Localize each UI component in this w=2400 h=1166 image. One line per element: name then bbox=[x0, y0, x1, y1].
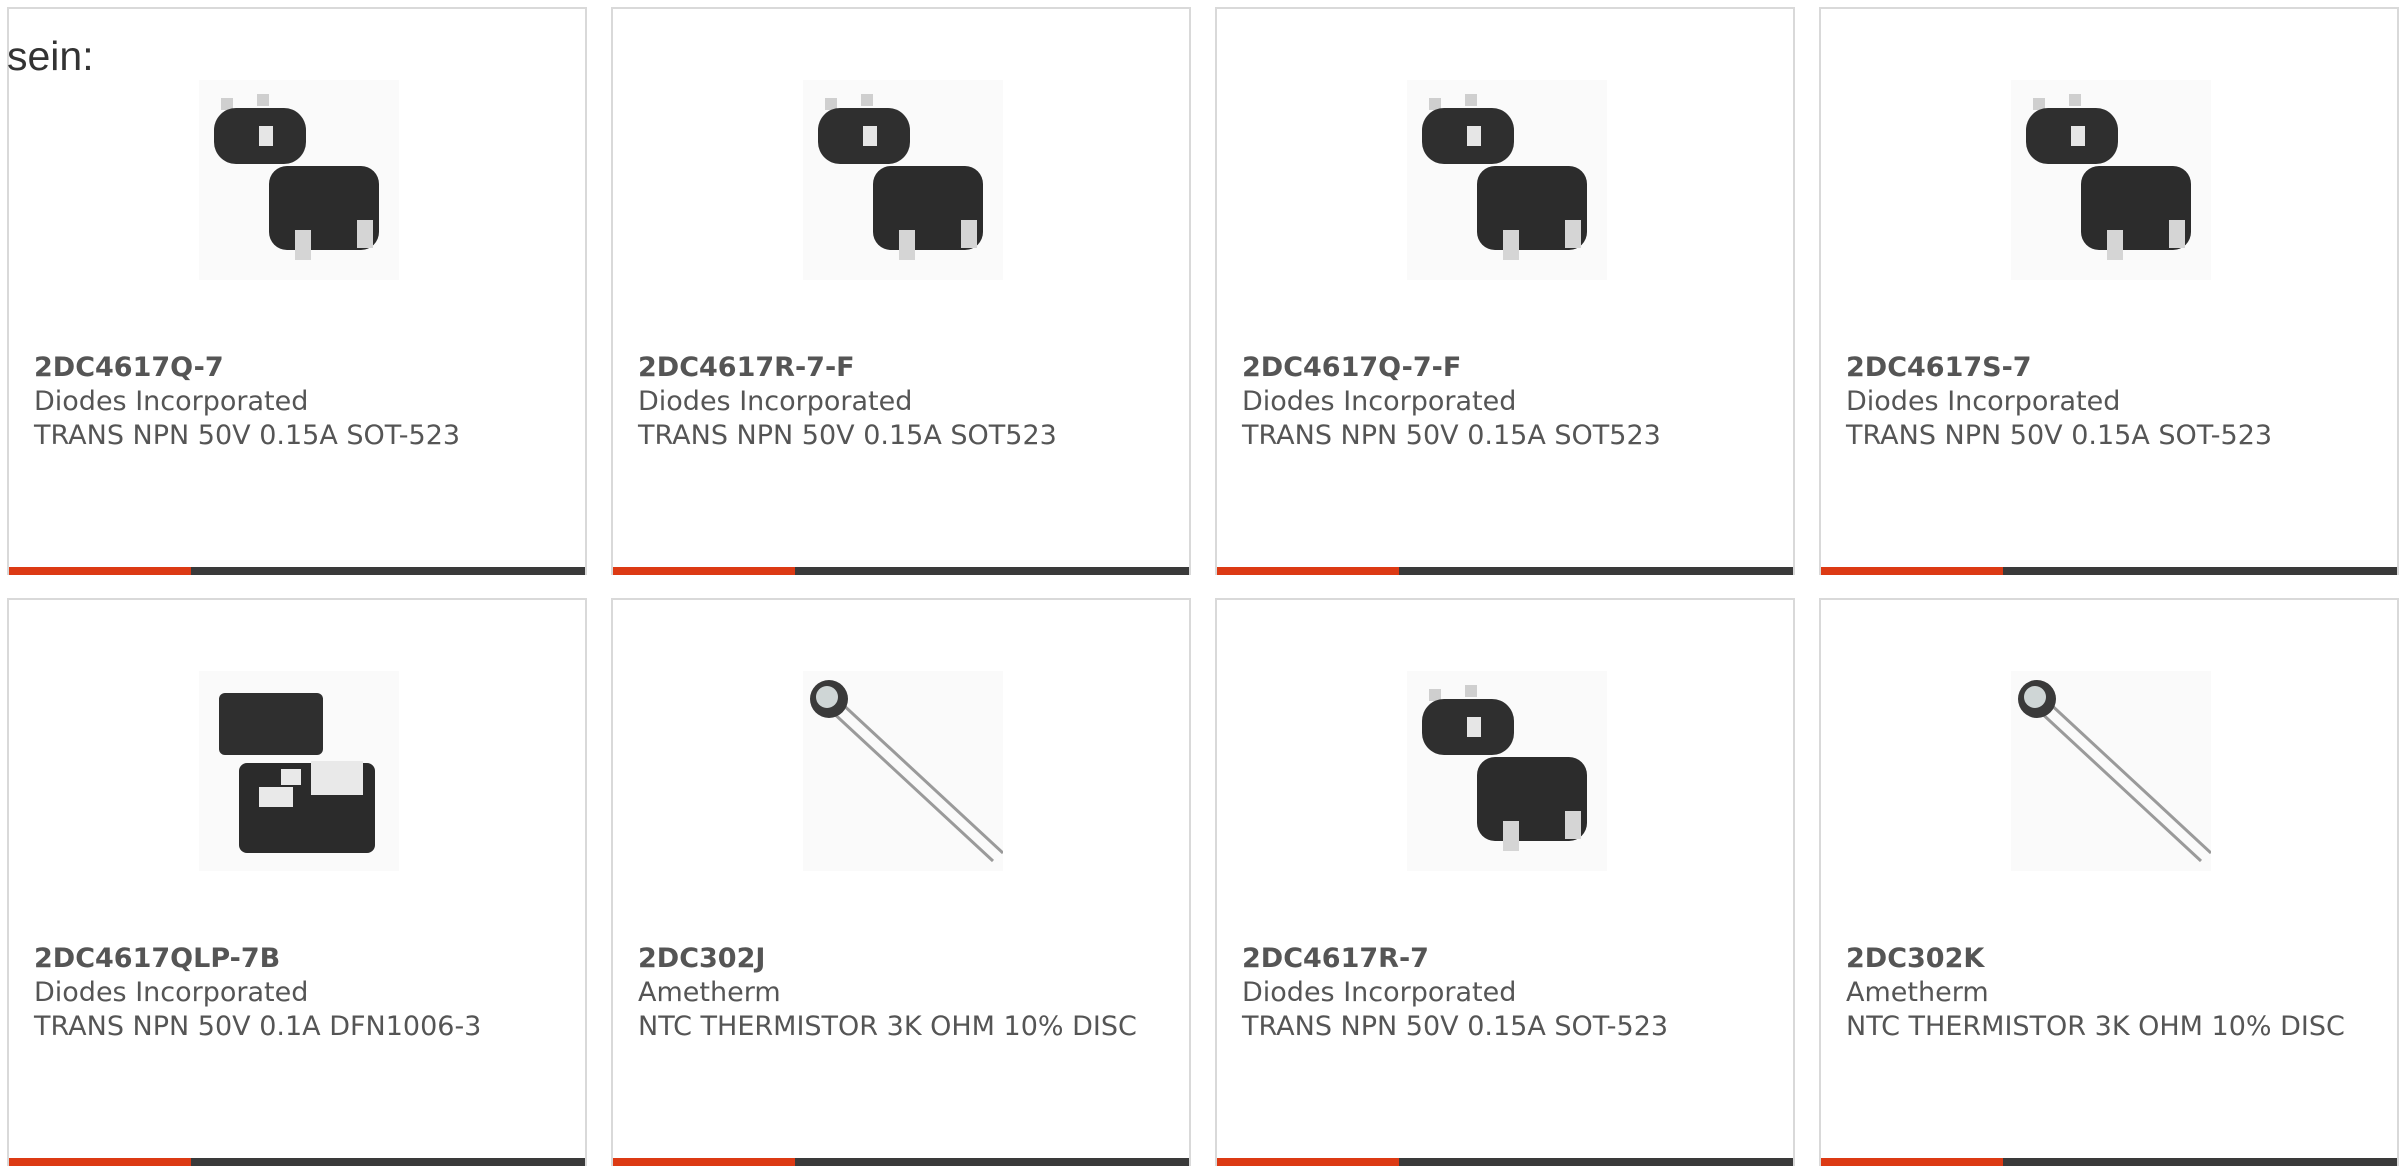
part-number-link[interactable]: 2DC4617R-7 bbox=[1242, 942, 1769, 976]
product-image[interactable] bbox=[1407, 671, 1607, 871]
product-image[interactable] bbox=[803, 671, 1003, 871]
sot523-transistor-icon bbox=[199, 80, 399, 280]
description: TRANS NPN 50V 0.15A SOT-523 bbox=[1846, 420, 2273, 451]
part-number-link[interactable]: 2DC4617Q-7 bbox=[34, 351, 561, 385]
product-card[interactable]: 2DC4617S-7 Diodes Incorporated TRANS NPN… bbox=[1819, 7, 2399, 575]
product-image[interactable] bbox=[2011, 671, 2211, 871]
dfn1006-package-icon bbox=[199, 671, 399, 871]
sot523-transistor-icon bbox=[1407, 80, 1607, 280]
product-image[interactable] bbox=[2011, 80, 2211, 280]
product-card[interactable]: 2DC4617QLP-7B Diodes Incorporated TRANS … bbox=[7, 598, 587, 1166]
manufacturer: Diodes Incorporated bbox=[638, 386, 913, 417]
product-card[interactable]: 2DC4617Q-7 Diodes Incorporated TRANS NPN… bbox=[7, 7, 587, 575]
product-grid: 2DC4617Q-7 Diodes Incorporated TRANS NPN… bbox=[7, 7, 2399, 1166]
card-bar bbox=[9, 1158, 585, 1166]
card-bar-accent bbox=[613, 1158, 795, 1166]
card-bar-accent bbox=[613, 567, 795, 575]
sot523-transistor-icon bbox=[803, 80, 1003, 280]
description: NTC THERMISTOR 3K OHM 10% DISC bbox=[638, 1011, 1137, 1042]
product-image[interactable] bbox=[1407, 80, 1607, 280]
manufacturer: Ametherm bbox=[1846, 977, 1989, 1008]
description: TRANS NPN 50V 0.1A DFN1006-3 bbox=[34, 1011, 482, 1042]
description: TRANS NPN 50V 0.15A SOT-523 bbox=[1242, 1011, 1669, 1042]
product-card[interactable]: 2DC4617R-7-F Diodes Incorporated TRANS N… bbox=[611, 7, 1191, 575]
part-number-link[interactable]: 2DC4617R-7-F bbox=[638, 351, 1165, 385]
product-info: 2DC4617S-7 Diodes Incorporated TRANS NPN… bbox=[1846, 351, 2373, 453]
product-info: 2DC4617Q-7-F Diodes Incorporated TRANS N… bbox=[1242, 351, 1769, 453]
product-image[interactable] bbox=[199, 671, 399, 871]
part-number-link[interactable]: 2DC4617S-7 bbox=[1846, 351, 2373, 385]
card-bar bbox=[613, 567, 1189, 575]
manufacturer: Diodes Incorporated bbox=[1242, 977, 1517, 1008]
description: TRANS NPN 50V 0.15A SOT-523 bbox=[34, 420, 461, 451]
sot523-transistor-icon bbox=[2011, 80, 2211, 280]
manufacturer: Diodes Incorporated bbox=[1846, 386, 2121, 417]
product-info: 2DC4617R-7 Diodes Incorporated TRANS NPN… bbox=[1242, 942, 1769, 1044]
manufacturer: Diodes Incorporated bbox=[1242, 386, 1517, 417]
card-bar bbox=[1217, 1158, 1793, 1166]
product-card[interactable]: 2DC4617R-7 Diodes Incorporated TRANS NPN… bbox=[1215, 598, 1795, 1166]
manufacturer: Diodes Incorporated bbox=[34, 386, 309, 417]
product-card[interactable]: 2DC302K Ametherm NTC THERMISTOR 3K OHM 1… bbox=[1819, 598, 2399, 1166]
product-image[interactable] bbox=[803, 80, 1003, 280]
intro-text: sein: bbox=[7, 33, 94, 79]
card-bar-accent bbox=[1821, 1158, 2003, 1166]
product-info: 2DC4617R-7-F Diodes Incorporated TRANS N… bbox=[638, 351, 1165, 453]
card-bar bbox=[1217, 567, 1793, 575]
sot523-transistor-icon bbox=[1407, 671, 1607, 871]
part-number-link[interactable]: 2DC4617QLP-7B bbox=[34, 942, 561, 976]
card-bar bbox=[1821, 567, 2397, 575]
product-card[interactable]: 2DC302J Ametherm NTC THERMISTOR 3K OHM 1… bbox=[611, 598, 1191, 1166]
product-info: 2DC302J Ametherm NTC THERMISTOR 3K OHM 1… bbox=[638, 942, 1165, 1044]
part-number-link[interactable]: 2DC302K bbox=[1846, 942, 2373, 976]
card-bar-accent bbox=[1821, 567, 2003, 575]
description: TRANS NPN 50V 0.15A SOT523 bbox=[1242, 420, 1661, 451]
manufacturer: Ametherm bbox=[638, 977, 781, 1008]
manufacturer: Diodes Incorporated bbox=[34, 977, 309, 1008]
card-bar bbox=[1821, 1158, 2397, 1166]
disc-thermistor-icon bbox=[803, 671, 1003, 871]
description: NTC THERMISTOR 3K OHM 10% DISC bbox=[1846, 1011, 2345, 1042]
product-info: 2DC4617QLP-7B Diodes Incorporated TRANS … bbox=[34, 942, 561, 1044]
part-number-link[interactable]: 2DC4617Q-7-F bbox=[1242, 351, 1769, 385]
disc-thermistor-icon bbox=[2011, 671, 2211, 871]
card-bar-accent bbox=[9, 1158, 191, 1166]
card-bar bbox=[613, 1158, 1189, 1166]
product-card[interactable]: 2DC4617Q-7-F Diodes Incorporated TRANS N… bbox=[1215, 7, 1795, 575]
card-bar bbox=[9, 567, 585, 575]
product-image[interactable] bbox=[199, 80, 399, 280]
card-bar-accent bbox=[1217, 1158, 1399, 1166]
description: TRANS NPN 50V 0.15A SOT523 bbox=[638, 420, 1057, 451]
product-info: 2DC302K Ametherm NTC THERMISTOR 3K OHM 1… bbox=[1846, 942, 2373, 1044]
product-info: 2DC4617Q-7 Diodes Incorporated TRANS NPN… bbox=[34, 351, 561, 453]
card-bar-accent bbox=[1217, 567, 1399, 575]
part-number-link[interactable]: 2DC302J bbox=[638, 942, 1165, 976]
card-bar-accent bbox=[9, 567, 191, 575]
